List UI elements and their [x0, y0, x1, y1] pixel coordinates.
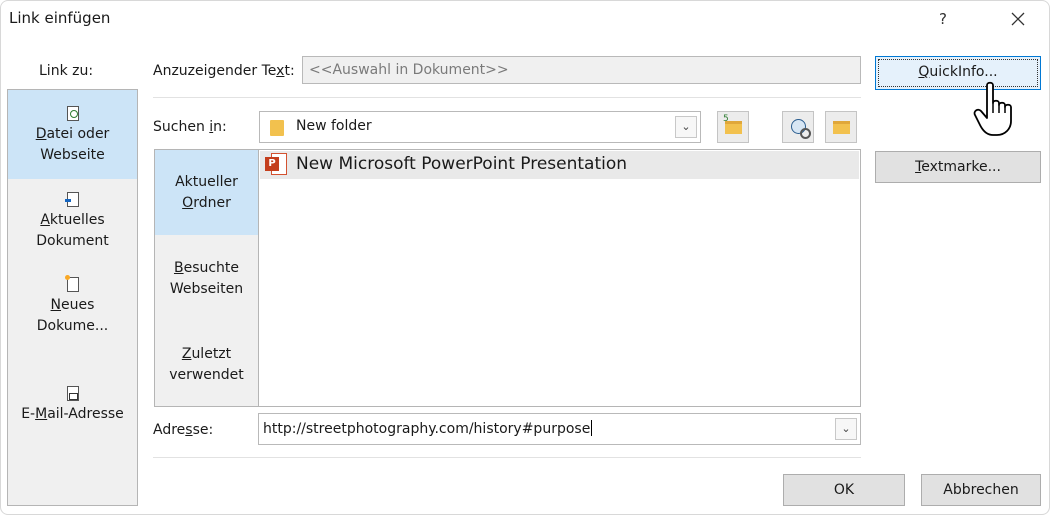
recent-files-label-2: verwendet: [169, 367, 244, 383]
link-to-current-document[interactable]: Aktuelles Dokument: [8, 192, 137, 264]
address-input[interactable]: http://streetphotography.com/history#pur…: [258, 413, 861, 445]
nav-browsed-pages[interactable]: Besuchte Webseiten: [155, 246, 258, 316]
title-bar: Link einfügen ?: [1, 1, 1049, 39]
new-document-label-2: Dokume...: [36, 318, 109, 334]
address-value: http://streetphotography.com/history#pur…: [263, 420, 593, 437]
address-label: Adresse:: [153, 422, 214, 438]
browse-web-button[interactable]: [782, 111, 814, 143]
browsed-pages-label-2: Webseiten: [169, 281, 244, 297]
current-document-icon: [64, 192, 80, 208]
current-folder-label-1: Aktueller: [175, 174, 238, 190]
file-name: New Microsoft PowerPoint Presentation: [296, 154, 628, 174]
search-in-label: Suchen in:: [153, 119, 227, 135]
file-web-icon: [66, 106, 80, 122]
search-in-value: New folder: [296, 118, 372, 134]
link-to-new-document[interactable]: Neues Dokume...: [8, 275, 137, 349]
new-document-label-1: Neues: [50, 297, 95, 313]
search-in-combo[interactable]: New folder ⌄: [259, 111, 701, 143]
folder-icon: [270, 120, 284, 136]
browsed-pages-label-1: Besuchte: [173, 260, 240, 276]
list-item[interactable]: P New Microsoft PowerPoint Presentation: [260, 151, 859, 179]
display-text-label: Anzuzeigender Text:: [153, 63, 295, 79]
current-document-label-2: Dokument: [36, 233, 109, 249]
nav-recent-files[interactable]: Zuletzt verwendet: [155, 330, 258, 400]
email-address-icon: [66, 386, 80, 402]
up-one-folder-button[interactable]: 5: [717, 111, 749, 143]
display-text-input[interactable]: <<Auswahl in Dokument>>: [302, 56, 861, 84]
bookmark-button[interactable]: Textmarke...: [875, 151, 1041, 183]
bottom-separator: [153, 457, 861, 458]
recent-files-label-1: Zuletzt: [181, 346, 232, 362]
powerpoint-file-icon: P: [265, 153, 287, 175]
link-to-bar: Datei oder Webseite Aktuelles Dokument N…: [7, 89, 138, 506]
file-list: P New Microsoft PowerPoint Presentation: [258, 149, 861, 407]
browse-file-button[interactable]: [825, 111, 857, 143]
folder-up-number: 5: [723, 114, 729, 124]
close-icon: [1011, 12, 1025, 26]
insert-link-dialog: Link einfügen ? Link zu: Datei oder Webs…: [0, 0, 1050, 515]
link-to-label: Link zu:: [39, 63, 94, 79]
chevron-down-icon[interactable]: ⌄: [675, 116, 697, 138]
location-nav: Aktueller Ordner Besuchte Webseiten Zule…: [154, 149, 259, 407]
close-button[interactable]: [995, 3, 1041, 35]
dialog-title: Link einfügen: [9, 9, 111, 27]
link-to-file-label-2: Webseite: [40, 147, 105, 163]
help-button[interactable]: ?: [921, 3, 965, 35]
nav-current-folder[interactable]: Aktueller Ordner: [155, 150, 258, 235]
ok-button[interactable]: OK: [783, 474, 905, 506]
hand-cursor-icon: [973, 81, 1012, 136]
link-to-file-label-1: Datei oder: [35, 126, 110, 142]
globe-search-icon: [791, 119, 811, 139]
top-separator: [153, 97, 861, 98]
email-address-label: E-Mail-Adresse: [21, 406, 124, 422]
new-document-icon: [64, 275, 80, 293]
bookmark-label: Textmarke...: [915, 159, 1001, 175]
link-to-file-or-webpage[interactable]: Datei oder Webseite: [8, 90, 137, 179]
cancel-button[interactable]: Abbrechen: [921, 474, 1041, 506]
open-folder-icon: [833, 121, 850, 134]
link-to-email-address[interactable]: E-Mail-Adresse: [8, 386, 137, 436]
chevron-down-icon[interactable]: ⌄: [835, 418, 857, 440]
current-document-label-1: Aktuelles: [40, 212, 105, 228]
current-folder-label-2: Ordner: [182, 195, 231, 211]
